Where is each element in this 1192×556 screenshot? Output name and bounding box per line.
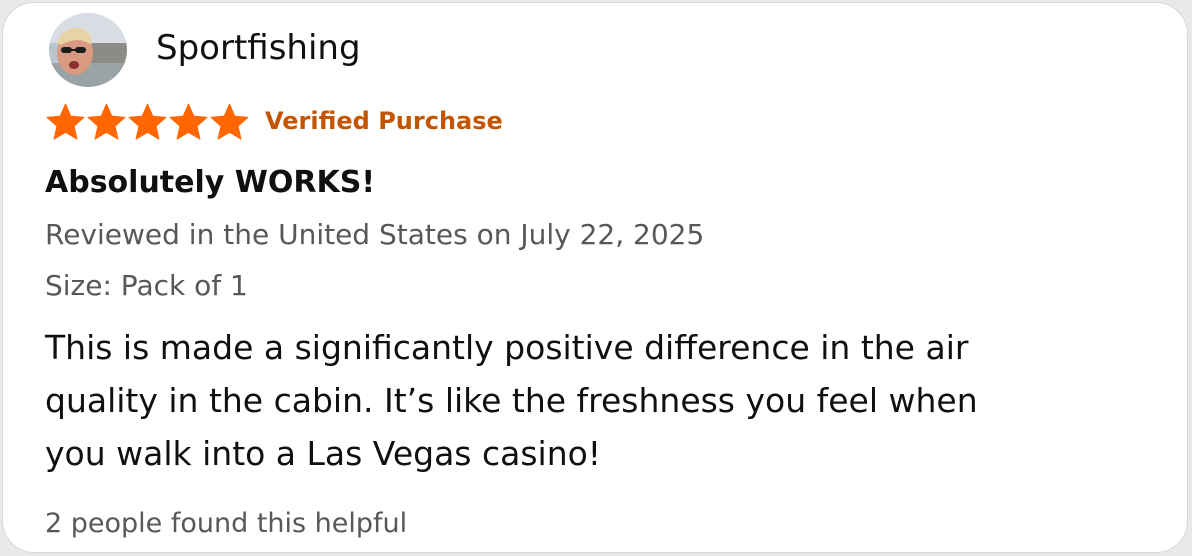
- review-date: Reviewed in the United States on July 22…: [45, 218, 705, 251]
- review-title[interactable]: Absolutely WORKS!: [45, 163, 375, 203]
- review-body: This is made a significantly positive di…: [45, 321, 1045, 480]
- review-body-line: you walk into a Las Vegas casino!: [45, 434, 602, 473]
- star-rating[interactable]: [45, 101, 250, 143]
- user-avatar-photo-icon: [49, 13, 127, 87]
- verified-purchase-badge: Verified Purchase: [265, 107, 503, 135]
- review-body-line: This is made a significantly positive di…: [45, 328, 969, 367]
- review-card: Sportfishing Verified Purchase Absolutel…: [2, 2, 1188, 553]
- helpful-count: 2 people found this helpful: [45, 508, 408, 539]
- star-icon: [210, 103, 249, 140]
- review-body-line: quality in the cabin. It’s like the fres…: [45, 381, 978, 420]
- user-avatar[interactable]: [49, 13, 127, 87]
- star-icon: [169, 103, 208, 140]
- reviewer-name[interactable]: Sportfishing: [156, 25, 361, 71]
- star-icon: [46, 103, 85, 140]
- star-icon: [128, 103, 167, 140]
- star-icon: [87, 103, 126, 140]
- review-variant: Size: Pack of 1: [45, 269, 248, 302]
